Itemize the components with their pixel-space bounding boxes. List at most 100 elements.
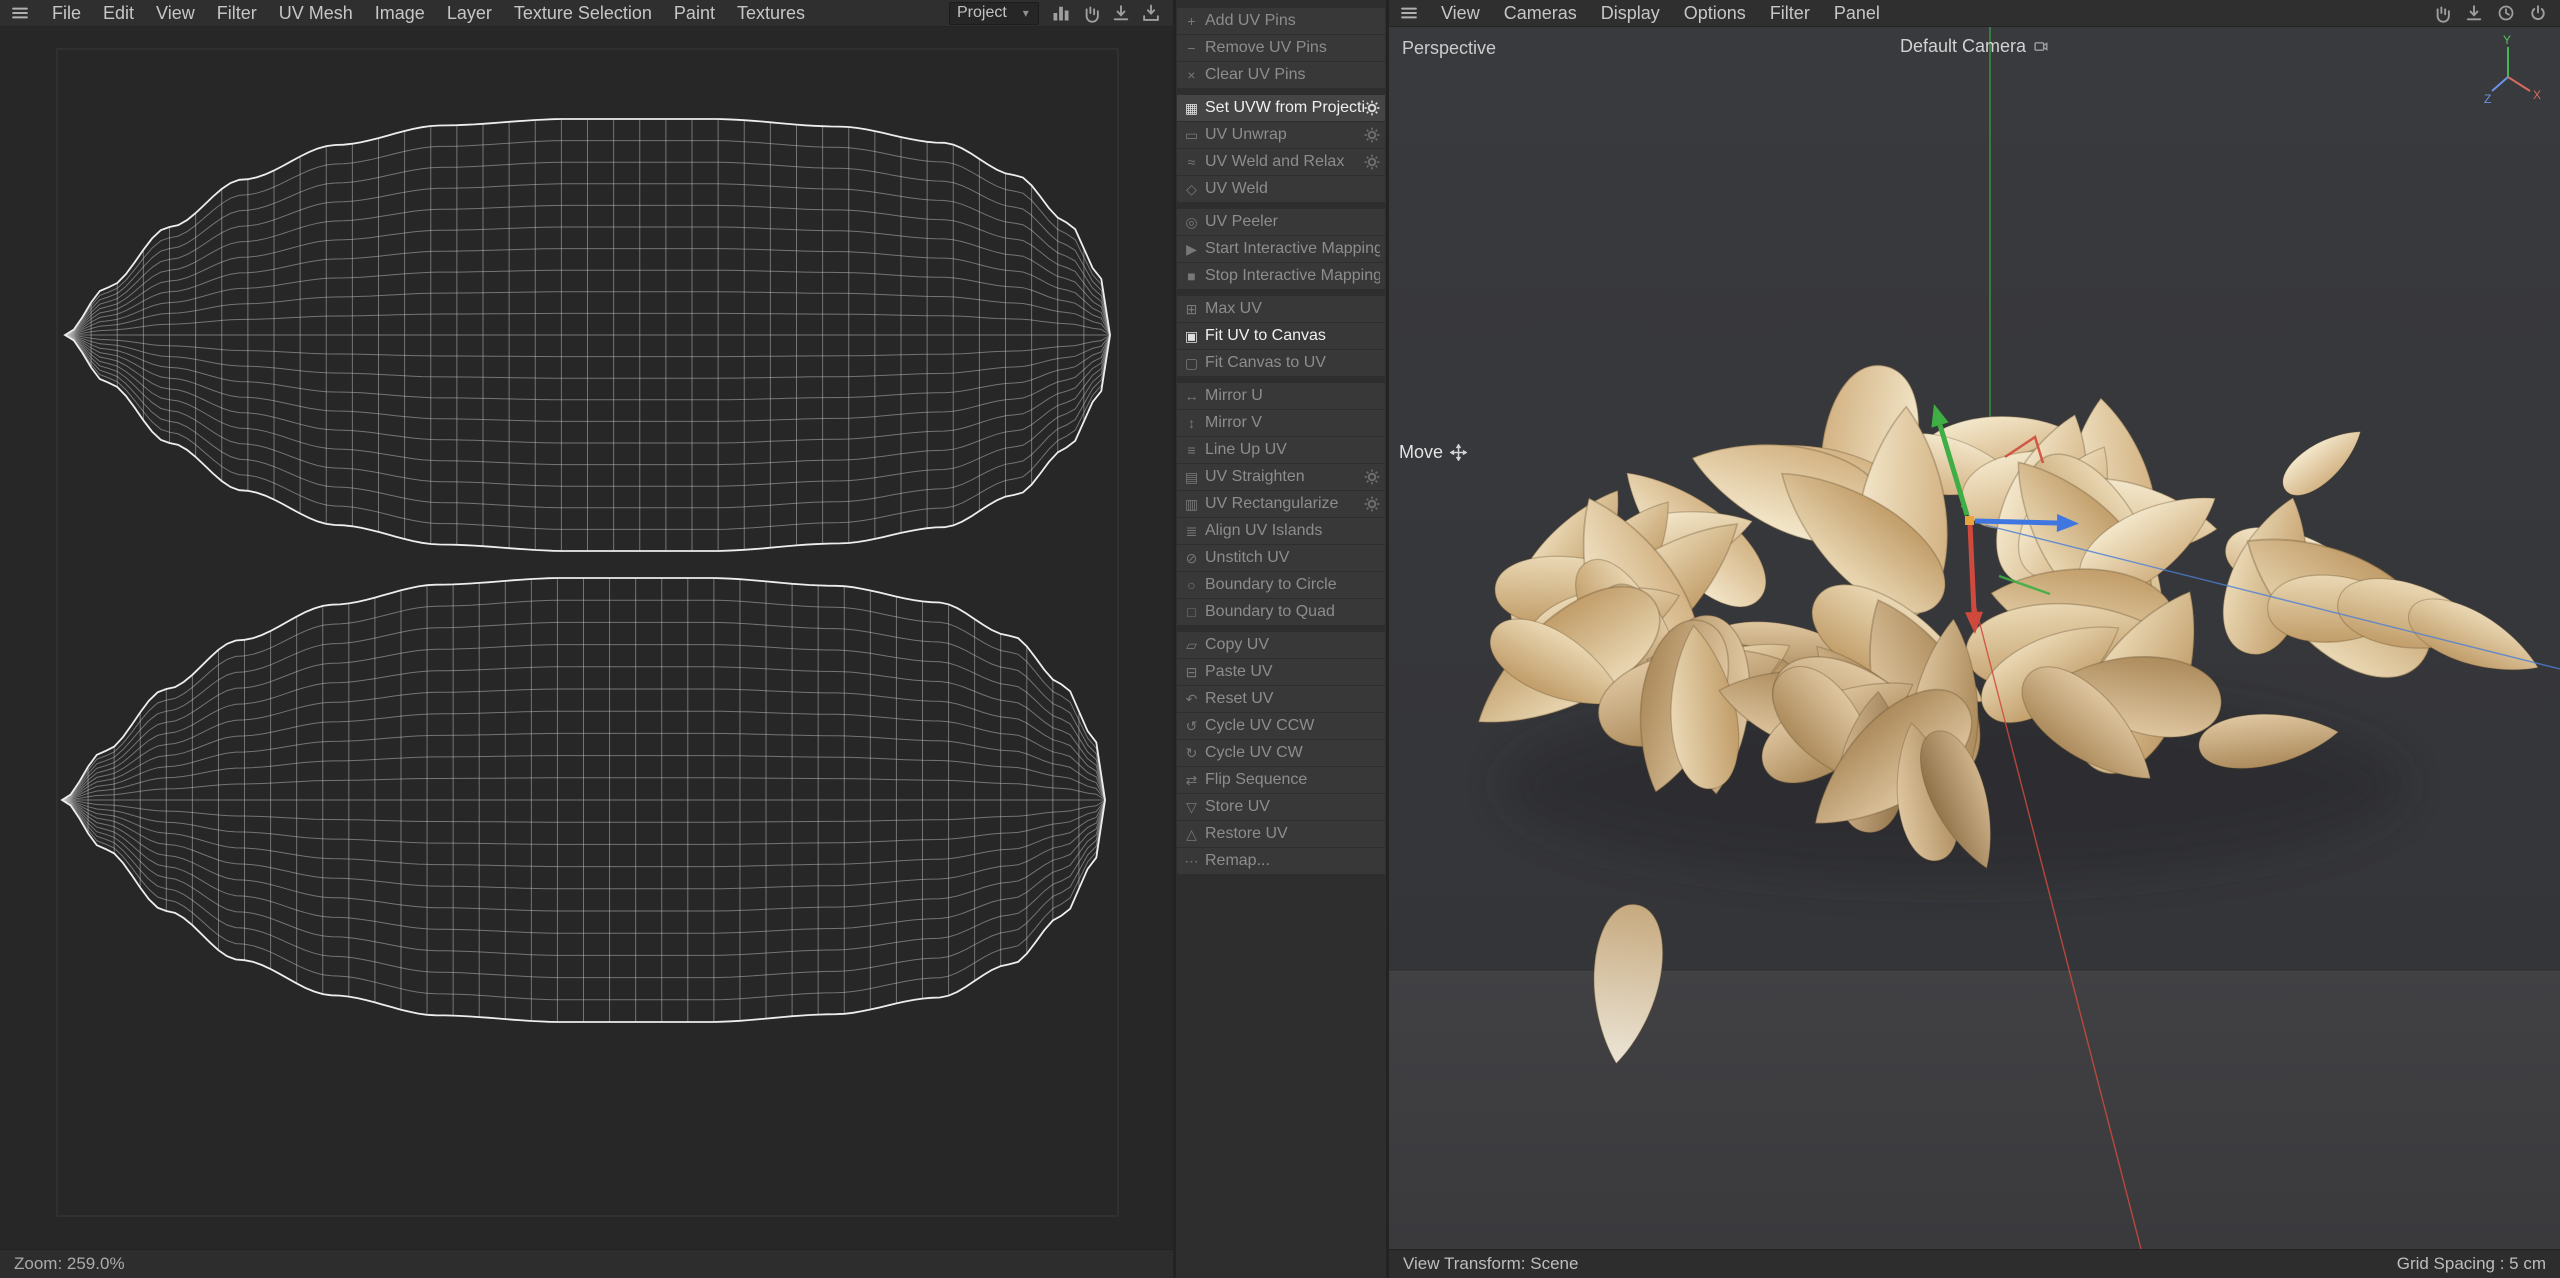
hamburger-icon[interactable] [10,3,30,23]
uv-commands-panel: + Add UV Pins − Remove UV Pins × Clear UV Pin… [1173,0,1389,1278]
cmd-fit-uv-to-canvas[interactable]: ▣ Fit UV to Canvas [1177,323,1385,349]
cmd-mirror-v[interactable]: ↕ Mirror V [1177,410,1385,436]
cmd-set-uvw-from-projection-icon: ▦ [1184,99,1199,116]
uv-canvas[interactable] [0,27,1173,1249]
cmd-uv-unwrap[interactable]: ▭ UV Unwrap [1177,122,1385,148]
cmd-add-uv-pins-icon: + [1187,13,1196,29]
cmd-remap[interactable]: ⋯ Remap... [1177,848,1385,874]
cmd-set-uvw-from-projection[interactable]: ▦ Set UVW from Projection [1177,95,1385,121]
camera-label[interactable]: Default Camera [1900,36,2049,57]
cmd-boundary-to-quad-icon: □ [1187,604,1196,620]
axis-orientation-hud: Y X Z [2484,33,2541,106]
cmd-restore-uv[interactable]: △ Restore UV [1177,821,1385,847]
main-menu-items: File Edit View Filter UV Mesh Image Layer Textu… [52,3,805,24]
cmd-align-uv-islands[interactable]: ≣ Align UV Islands [1177,518,1385,544]
cmd-fit-canvas-to-uv[interactable]: ▢ Fit Canvas to UV [1177,350,1385,376]
settings-gear-icon[interactable] [1364,496,1380,512]
cmd-unstitch-uv[interactable]: ⊘ Unstitch UV [1177,545,1385,571]
project-dropdown[interactable]: Project ▾ [949,1,1039,25]
cmd-remove-uv-pins[interactable]: − Remove UV Pins [1177,35,1385,61]
menu-edit[interactable]: Edit [103,3,134,24]
cmd-boundary-to-quad[interactable]: □ Boundary to Quad [1177,599,1385,625]
cmd-mirror-v-icon: ↕ [1188,415,1195,431]
cmd-start-interactive-mapping[interactable]: ▶ Start Interactive Mapping [1177,236,1385,262]
viewport-menu-view[interactable]: View [1441,3,1480,24]
cmd-uv-rectangularize[interactable]: ▥ UV Rectangularize [1177,491,1385,517]
scene-3d-seeds [1389,27,2560,1249]
viewport-footer: View Transform: Scene Grid Spacing : 5 c… [1389,1249,2560,1278]
cmd-cycle-uv-cw[interactable]: ↻ Cycle UV CW [1177,740,1385,766]
viewport-menu-panel[interactable]: Panel [1834,3,1880,24]
settings-gear-icon[interactable] [1364,100,1380,116]
viewport-3d[interactable]: Perspective Default Camera Move Y X Z [1389,27,2560,1249]
cmd-cycle-uv-ccw[interactable]: ↺ Cycle UV CCW [1177,713,1385,739]
cmd-fit-canvas-to-uv-icon: ▢ [1184,354,1199,371]
cmd-label: UV Straighten [1205,468,1305,485]
history-clock-icon[interactable] [2496,3,2516,23]
viewport-menu-options[interactable]: Options [1684,3,1746,24]
download-icon[interactable] [2464,3,2484,23]
viewport-menu-filter[interactable]: Filter [1770,3,1810,24]
menu-textures[interactable]: Textures [737,3,805,24]
project-dropdown-value: Project [957,4,1007,21]
cmd-start-interactive-mapping-icon: ▶ [1186,240,1197,257]
viewport-hamburger-icon[interactable] [1399,3,1419,23]
cmd-label: Start Interactive Mapping [1205,240,1380,257]
cmd-uv-weld[interactable]: ◇ UV Weld [1177,176,1385,202]
menu-filter[interactable]: Filter [217,3,257,24]
menu-uv-mesh[interactable]: UV Mesh [279,3,353,24]
cmd-remove-uv-pins-icon: − [1187,40,1196,56]
cmd-label: Max UV [1205,300,1262,317]
cmd-stop-interactive-mapping-icon: ■ [1187,268,1196,284]
cmd-uv-straighten[interactable]: ▤ UV Straighten [1177,464,1385,490]
cmd-copy-uv[interactable]: ▱ Copy UV [1177,632,1385,658]
settings-gear-icon[interactable] [1364,469,1380,485]
cmd-uv-rectangularize-icon: ▥ [1184,495,1199,512]
pan-hand-icon[interactable] [1081,3,1101,23]
cmd-clear-uv-pins[interactable]: × Clear UV Pins [1177,62,1385,88]
settings-gear-icon[interactable] [1364,154,1380,170]
cmd-mirror-u[interactable]: ↔ Mirror U [1177,383,1385,409]
cmd-label: Clear UV Pins [1205,66,1306,83]
cmd-label: Paste UV [1205,663,1273,680]
cmd-label: Boundary to Circle [1205,576,1337,593]
cmd-uv-peeler[interactable]: ◎ UV Peeler [1177,209,1385,235]
cmd-max-uv[interactable]: ⊞ Max UV [1177,296,1385,322]
cmd-store-uv[interactable]: ▽ Store UV [1177,794,1385,820]
download-icon[interactable] [1111,3,1131,23]
menu-layer[interactable]: Layer [447,3,492,24]
histogram-icon[interactable] [1051,3,1071,23]
viewport-pane: View Cameras Display Options Filter Panel Per… [1389,0,2560,1278]
viewport-menu-cameras[interactable]: Cameras [1504,3,1577,24]
power-icon[interactable] [2528,3,2548,23]
settings-gear-icon[interactable] [1364,127,1380,143]
menu-texture-selection[interactable]: Texture Selection [514,3,652,24]
cmd-reset-uv-icon: ↶ [1185,690,1198,707]
cmd-flip-sequence[interactable]: ⇄ Flip Sequence [1177,767,1385,793]
cmd-reset-uv[interactable]: ↶ Reset UV [1177,686,1385,712]
cmd-label: Align UV Islands [1205,522,1323,539]
menu-paint[interactable]: Paint [674,3,715,24]
cmd-align-uv-islands-icon: ≣ [1185,522,1198,539]
pan-hand-icon[interactable] [2432,3,2452,23]
menu-file[interactable]: File [52,3,81,24]
zoom-level: Zoom: 259.0% [14,1254,125,1273]
cmd-label: Boundary to Quad [1205,603,1335,620]
cmd-label: Flip Sequence [1205,771,1308,788]
svg-text:X: X [2533,88,2541,102]
cmd-add-uv-pins[interactable]: + Add UV Pins [1177,8,1385,34]
menu-view[interactable]: View [156,3,195,24]
cmd-boundary-to-circle[interactable]: ○ Boundary to Circle [1177,572,1385,598]
viewport-menu-display[interactable]: Display [1601,3,1660,24]
cmd-uv-weld-and-relax[interactable]: ≈ UV Weld and Relax [1177,149,1385,175]
cmd-paste-uv[interactable]: ⊟ Paste UV [1177,659,1385,685]
cmd-copy-uv-icon: ▱ [1186,636,1197,653]
menu-image[interactable]: Image [375,3,425,24]
import-download-icon[interactable] [1141,3,1161,23]
cmd-label: Fit Canvas to UV [1205,354,1326,371]
window-icons [2432,3,2548,23]
cmd-uv-unwrap-icon: ▭ [1184,126,1199,143]
cmd-stop-interactive-mapping[interactable]: ■ Stop Interactive Mapping [1177,263,1385,289]
view-mode-label[interactable]: Perspective [1402,38,1496,59]
cmd-line-up-uv[interactable]: ≡ Line Up UV [1177,437,1385,463]
